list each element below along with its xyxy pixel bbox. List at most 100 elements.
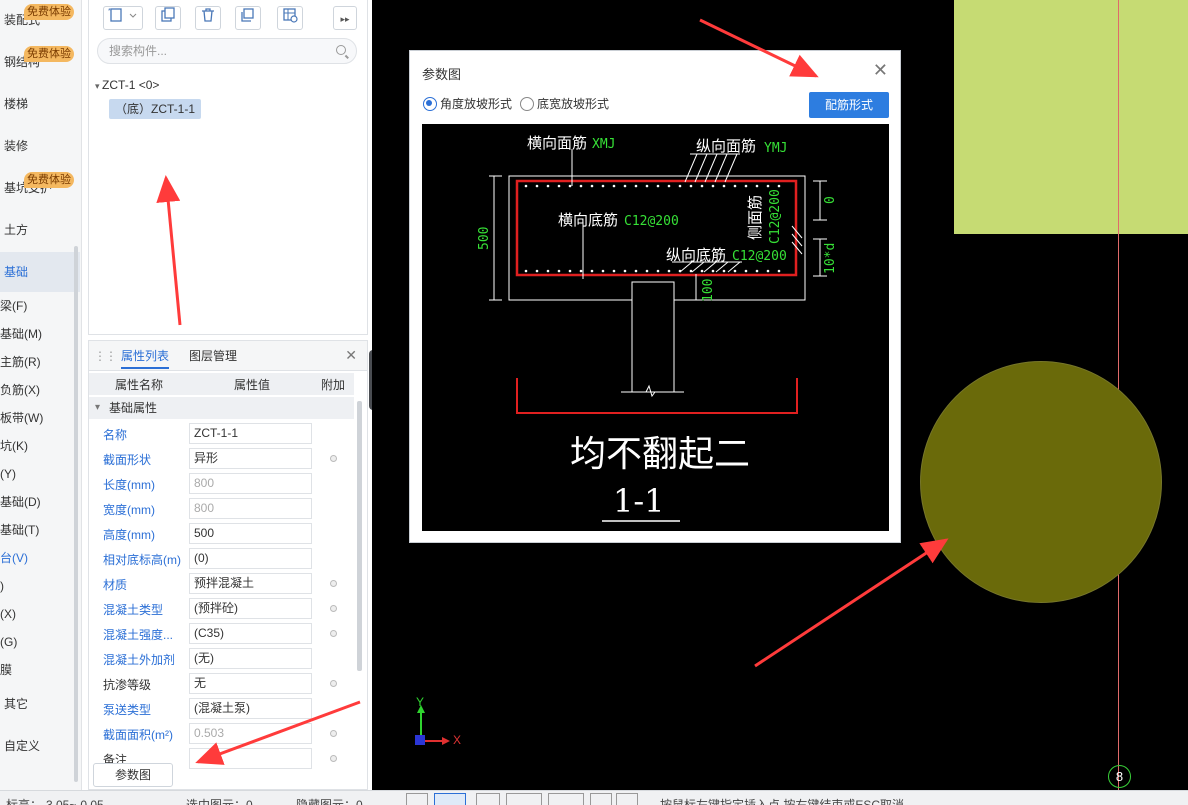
nav-subitem-9[interactable]: 台(V) (0, 544, 70, 572)
extra-checkbox[interactable] (330, 680, 337, 687)
nav-subitem-6[interactable]: (Y) (0, 460, 70, 488)
nav-subitem-12[interactable]: (G) (0, 628, 70, 656)
nav-subitem-11[interactable]: (X) (0, 600, 70, 628)
nav-subitem-0[interactable]: 梁(F) (0, 292, 70, 320)
property-value-field[interactable]: (无) (189, 648, 312, 669)
label-transverse-top: 横向面筋 (527, 134, 587, 152)
extra-checkbox[interactable] (330, 580, 337, 587)
dynamic-input-icon[interactable] (616, 793, 638, 805)
delete-button[interactable] (195, 6, 221, 30)
property-value-field[interactable] (189, 748, 312, 769)
free-trial-badge: 免费体验 (24, 46, 74, 62)
nav-subitem-7[interactable]: 基础(D) (0, 488, 70, 516)
new-component-button[interactable]: * (103, 6, 143, 30)
parameter-diagram-dialog: 参数图 ✕ 角度放坡形式 底宽放坡形式 配筋形式 横向面筋 XMJ 纵向面筋 Y… (409, 50, 901, 543)
nav-scrollbar[interactable] (74, 246, 78, 782)
nav-bottom-item-0[interactable]: 其它 (0, 684, 80, 724)
nav-item-4[interactable]: 基坑支护 免费体验 (0, 168, 80, 208)
extra-checkbox[interactable] (330, 730, 337, 737)
copy-button[interactable] (155, 6, 181, 30)
parameter-diagram-button[interactable]: 参数图 (93, 763, 173, 787)
property-value-field[interactable]: 500 (189, 523, 312, 544)
nav-subitem-13[interactable]: 膜 (0, 656, 70, 684)
nav-subitem-8[interactable]: 基础(T) (0, 516, 70, 544)
grid-icon[interactable] (590, 793, 612, 805)
rebar-dot (612, 269, 616, 273)
nav-subitem-5[interactable]: 坑(K) (0, 432, 70, 460)
close-icon[interactable]: ✕ (345, 347, 357, 364)
nav-item-5[interactable]: 土方 (0, 210, 80, 250)
ortho-icon[interactable] (406, 793, 428, 805)
nav-item-0[interactable]: 装配式 免费体验 (0, 0, 80, 40)
more-tools-button[interactable]: ▸▸ (333, 6, 357, 30)
close-icon[interactable]: ✕ (873, 60, 888, 81)
group-basic-properties[interactable]: 基础属性 (89, 397, 354, 419)
extra-checkbox[interactable] (330, 630, 337, 637)
property-value-field[interactable]: ZCT-1-1 (189, 423, 312, 444)
component-search-input[interactable]: 搜索构件... (97, 38, 357, 64)
status-bar: 标高：-3.05~-0.05 选中图元：0 隐藏图元：0 按鼠标左键指定插入点,… (0, 790, 1188, 805)
tree-node-root[interactable]: ▾ ZCT-1 <0> (95, 78, 159, 92)
property-value-field[interactable]: (混凝土泵) (189, 698, 312, 719)
property-value-field[interactable]: 800 (189, 498, 312, 519)
nav-item-label: 基础 (4, 265, 29, 279)
rebar-dot (568, 184, 572, 188)
tree-expand-icon[interactable]: ▾ (95, 81, 102, 91)
property-value-field[interactable]: (预拌砼) (189, 598, 312, 619)
rebar-dot (623, 269, 627, 273)
rebar-dot (733, 184, 737, 188)
nav-bottom-item-1[interactable]: 自定义 (0, 726, 80, 766)
offset-icon[interactable] (548, 793, 584, 805)
property-row: 混凝土类型 (预拌砼) (89, 596, 354, 621)
rebar-form-button[interactable]: 配筋形式 (809, 92, 889, 118)
property-value-field[interactable]: 800 (189, 473, 312, 494)
polar-icon[interactable] (476, 793, 500, 805)
copy-to-floor-button[interactable] (235, 6, 261, 30)
radio-width-slope[interactable]: 底宽放坡形式 (520, 96, 609, 112)
snap-toolbar[interactable] (406, 793, 638, 805)
property-name: 抗渗等级 (103, 678, 152, 692)
nav-subitem-2[interactable]: 主筋(R) (0, 348, 70, 376)
rebar-dot (601, 184, 605, 188)
property-value-field[interactable]: 异形 (189, 448, 312, 469)
nav-item-6[interactable]: 基础 (0, 252, 80, 292)
property-value-field[interactable]: 预拌混凝土 (189, 573, 312, 594)
property-value-field[interactable]: 0.503 (189, 723, 312, 744)
tab-property-list[interactable]: 属性列表 (121, 347, 170, 369)
nav-subitem-3[interactable]: 负筋(X) (0, 376, 70, 404)
nav-item-1[interactable]: 钢结构 免费体验 (0, 42, 80, 82)
canvas-pile-circle[interactable] (920, 361, 1162, 603)
properties-scrollbar[interactable] (357, 401, 362, 671)
nav-item-label: 楼梯 (4, 97, 29, 111)
snap-icon[interactable] (434, 793, 466, 805)
nav-subitem-4[interactable]: 板带(W) (0, 404, 70, 432)
nav-subitem-10[interactable]: ) (0, 572, 70, 600)
rebar-dot (557, 184, 561, 188)
property-value-field[interactable]: (0) (189, 548, 312, 569)
tab-layer-management[interactable]: 图层管理 (189, 347, 237, 365)
canvas-green-region (954, 0, 1188, 234)
free-trial-badge: 免费体验 (24, 4, 74, 20)
property-row: 泵送类型 (混凝土泵) (89, 696, 354, 721)
nav-item-2[interactable]: 楼梯 (0, 84, 80, 124)
property-value-field[interactable]: 无 (189, 673, 312, 694)
drag-handle-icon[interactable]: ⋮⋮ (94, 349, 117, 363)
search-icon[interactable] (336, 45, 346, 55)
rebar-dot (766, 269, 770, 273)
rebar-dot (546, 184, 550, 188)
property-name: 相对底标高(m) (103, 553, 181, 567)
rebar-dot (524, 184, 528, 188)
extra-checkbox[interactable] (330, 605, 337, 612)
property-row: 材质 预拌混凝土 (89, 571, 354, 596)
extra-checkbox[interactable] (330, 755, 337, 762)
nav-item-3[interactable]: 装修 (0, 126, 80, 166)
extra-checkbox[interactable] (330, 455, 337, 462)
grid-axis-marker[interactable]: 8 (1108, 765, 1131, 788)
angle-icon[interactable] (506, 793, 542, 805)
nav-subitem-1[interactable]: 基础(M) (0, 320, 70, 348)
copy-icon (161, 7, 175, 22)
tree-node-selected[interactable]: （底）ZCT-1-1 (109, 99, 202, 119)
floor-component-button[interactable] (277, 6, 303, 30)
radio-angle-slope[interactable]: 角度放坡形式 (423, 96, 512, 112)
property-value-field[interactable]: (C35) (189, 623, 312, 644)
